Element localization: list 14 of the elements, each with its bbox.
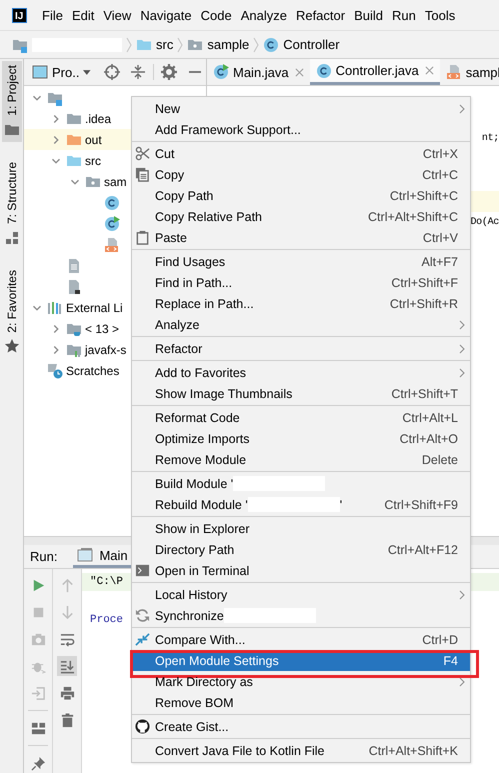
tree-label: javafx-s — [85, 342, 126, 356]
tree-label: out — [85, 132, 102, 146]
console-line: "C:\P — [90, 576, 124, 588]
code-text: Do(Ac — [470, 217, 499, 228]
console-line: Proce — [90, 614, 124, 626]
tree-label: Scratches — [66, 364, 120, 378]
tree-label: sam — [104, 174, 127, 188]
app-logo: IJ — [12, 8, 27, 22]
tree-label: .idea — [85, 112, 112, 126]
tree-label: External Li — [66, 300, 123, 314]
code-text: nt; — [482, 133, 499, 144]
tree-label: src — [85, 154, 101, 168]
panel-title: Run: — [30, 549, 58, 564]
tree-label: < 13 > — [85, 322, 120, 336]
